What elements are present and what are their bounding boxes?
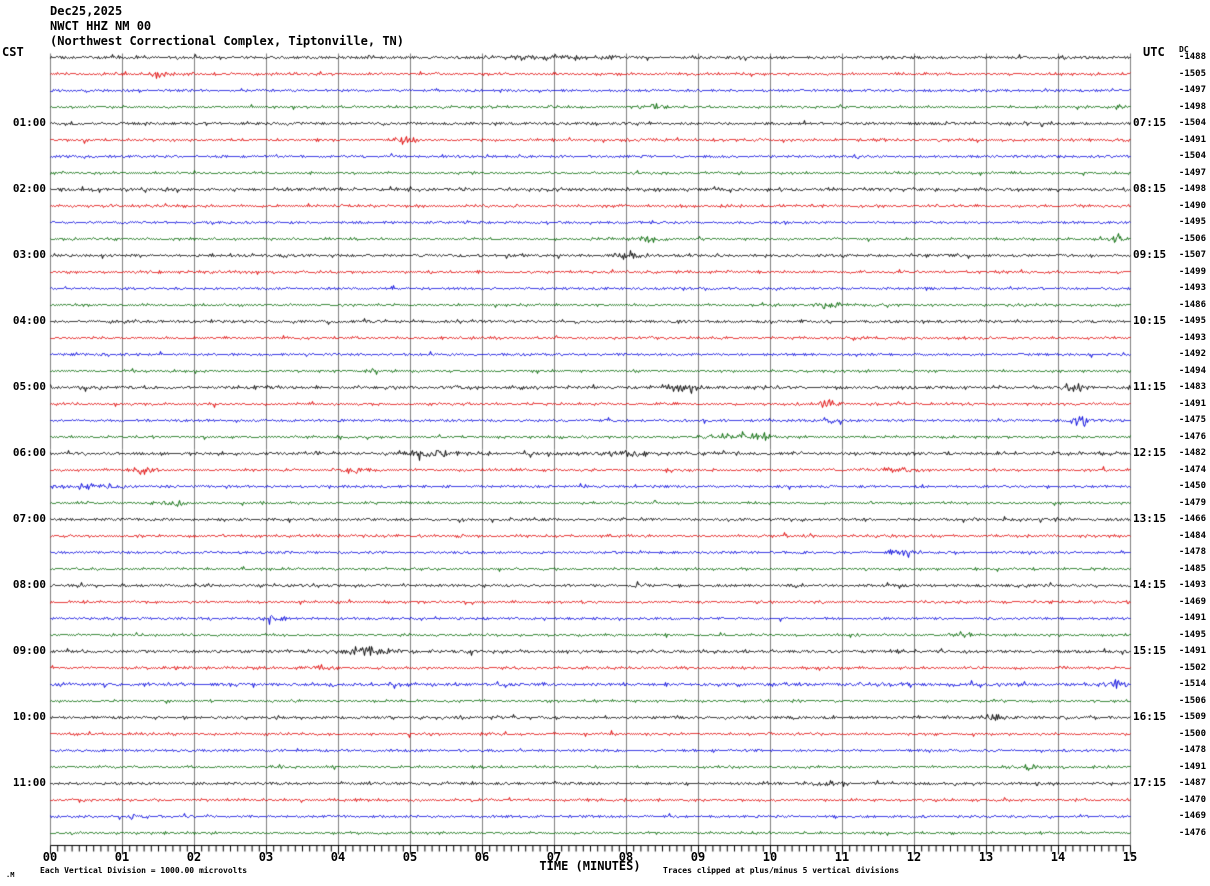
dc-value: -1450 xyxy=(1158,482,1206,491)
dc-value: -1506 xyxy=(1158,697,1206,706)
left-hour-label: 11:00 xyxy=(0,777,46,788)
x-tick-label: 00 xyxy=(36,851,64,863)
left-hour-label: 03:00 xyxy=(0,249,46,260)
left-hour-label: 09:00 xyxy=(0,645,46,656)
dc-value: -1498 xyxy=(1158,103,1206,112)
dc-value: -1478 xyxy=(1158,746,1206,755)
x-tick-label: 01 xyxy=(108,851,136,863)
dc-value: -1505 xyxy=(1158,70,1206,79)
dc-value: -1514 xyxy=(1158,680,1206,689)
x-tick-label: 13 xyxy=(972,851,1000,863)
dc-value: -1485 xyxy=(1158,565,1206,574)
left-hour-label: 07:00 xyxy=(0,513,46,524)
dc-value: -1491 xyxy=(1158,400,1206,409)
dc-value: -1509 xyxy=(1158,713,1206,722)
title-station-code: NWCT HHZ NM 00 xyxy=(50,20,151,32)
dc-value: -1476 xyxy=(1158,829,1206,838)
seismogram-canvas xyxy=(0,0,1210,886)
dc-value: -1478 xyxy=(1158,548,1206,557)
x-tick-label: 06 xyxy=(468,851,496,863)
dc-value: -1490 xyxy=(1158,202,1206,211)
dc-value: -1491 xyxy=(1158,136,1206,145)
x-tick-label: 07 xyxy=(540,851,568,863)
scale-note: Each Vertical Division = 1000.00 microvo… xyxy=(40,867,247,875)
x-tick-label: 02 xyxy=(180,851,208,863)
dc-value: -1498 xyxy=(1158,185,1206,194)
dc-value: -1486 xyxy=(1158,301,1206,310)
x-tick-label: 04 xyxy=(324,851,352,863)
left-hour-label: 02:00 xyxy=(0,183,46,194)
x-tick-label: 05 xyxy=(396,851,424,863)
dc-value: -1482 xyxy=(1158,449,1206,458)
dc-value: -1491 xyxy=(1158,614,1206,623)
left-hour-label: 05:00 xyxy=(0,381,46,392)
dc-value: -1491 xyxy=(1158,763,1206,772)
dc-value: -1504 xyxy=(1158,152,1206,161)
dc-value: -1493 xyxy=(1158,581,1206,590)
x-tick-label: 12 xyxy=(900,851,928,863)
x-tick-label: 14 xyxy=(1044,851,1072,863)
dc-value: -1488 xyxy=(1158,53,1206,62)
dc-value: -1497 xyxy=(1158,86,1206,95)
dc-value: -1487 xyxy=(1158,779,1206,788)
clip-note: Traces clipped at plus/minus 5 vertical … xyxy=(663,867,899,875)
x-tick-label: 10 xyxy=(756,851,784,863)
title-date: Dec25,2025 xyxy=(50,5,122,17)
dc-value: -1506 xyxy=(1158,235,1206,244)
dc-value: -1484 xyxy=(1158,532,1206,541)
x-axis-title: TIME (MINUTES) xyxy=(490,860,690,872)
dc-value: -1491 xyxy=(1158,647,1206,656)
left-hour-label: 04:00 xyxy=(0,315,46,326)
x-tick-label: 11 xyxy=(828,851,856,863)
dc-value: -1476 xyxy=(1158,433,1206,442)
dc-value: -1474 xyxy=(1158,466,1206,475)
dc-value: -1495 xyxy=(1158,631,1206,640)
dc-value: -1469 xyxy=(1158,598,1206,607)
dc-value: -1500 xyxy=(1158,730,1206,739)
x-tick-label: 09 xyxy=(684,851,712,863)
dc-value: -1483 xyxy=(1158,383,1206,392)
dc-value: -1495 xyxy=(1158,317,1206,326)
dc-value: -1470 xyxy=(1158,796,1206,805)
dc-value: -1504 xyxy=(1158,119,1206,128)
dc-value: -1507 xyxy=(1158,251,1206,260)
dc-value: -1497 xyxy=(1158,169,1206,178)
x-tick-label: 08 xyxy=(612,851,640,863)
dc-value: -1479 xyxy=(1158,499,1206,508)
left-hour-label: 08:00 xyxy=(0,579,46,590)
left-timezone-label: CST xyxy=(2,46,24,58)
dc-value: -1495 xyxy=(1158,218,1206,227)
title-station-name: (Northwest Correctional Complex, Tiptonv… xyxy=(50,35,404,47)
dc-value: -1492 xyxy=(1158,350,1206,359)
dc-value: -1493 xyxy=(1158,284,1206,293)
dc-value: -1475 xyxy=(1158,416,1206,425)
dc-value: -1494 xyxy=(1158,367,1206,376)
dc-value: -1493 xyxy=(1158,334,1206,343)
left-hour-label: 06:00 xyxy=(0,447,46,458)
left-hour-label: 10:00 xyxy=(0,711,46,722)
helicorder-page: Dec25,2025 NWCT HHZ NM 00 (Northwest Cor… xyxy=(0,0,1210,886)
x-tick-label: 03 xyxy=(252,851,280,863)
dc-value: -1502 xyxy=(1158,664,1206,673)
dc-value: -1499 xyxy=(1158,268,1206,277)
dc-value: -1466 xyxy=(1158,515,1206,524)
dc-value: -1469 xyxy=(1158,812,1206,821)
left-hour-label: 01:00 xyxy=(0,117,46,128)
x-tick-label: 15 xyxy=(1116,851,1144,863)
corner-mark: .M xyxy=(6,872,14,879)
